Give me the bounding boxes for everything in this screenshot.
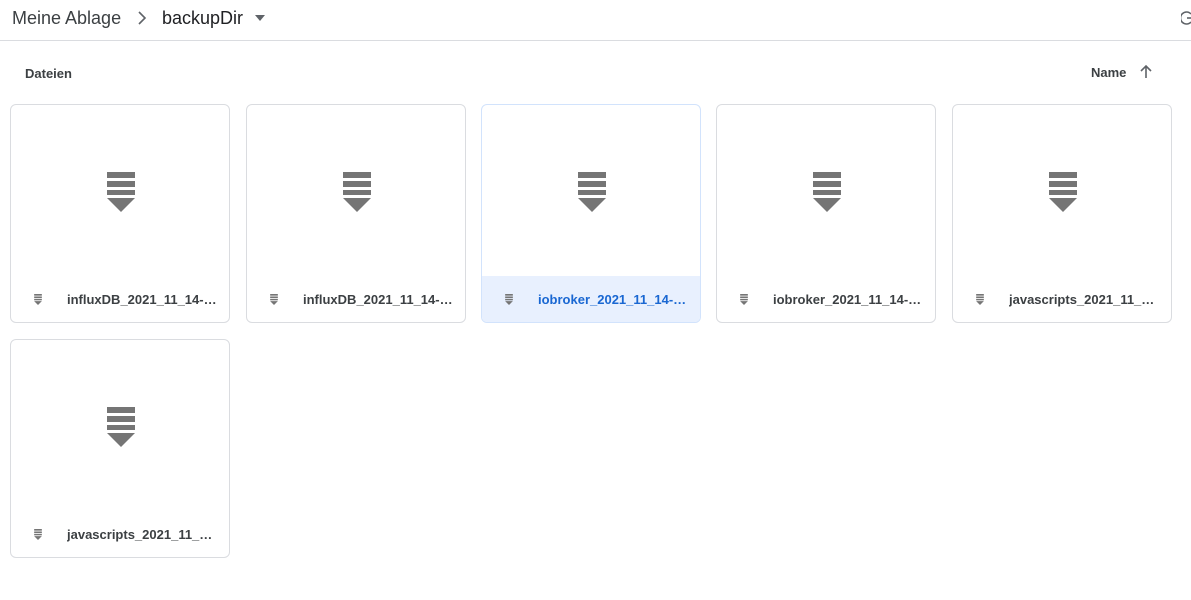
file-card-footer: influxDB_2021_11_14-2... <box>11 276 229 322</box>
file-name: iobroker_2021_11_14-2... <box>538 292 688 307</box>
top-bar: Meine Ablage backupDir <box>0 0 1191 41</box>
breadcrumb-current[interactable]: backupDir <box>162 7 243 29</box>
archive-download-icon <box>343 172 371 212</box>
file-type-icon <box>976 294 984 305</box>
file-thumbnail <box>247 105 465 276</box>
file-card[interactable]: iobroker_2021_11_14-2... <box>716 104 936 323</box>
file-type-icon <box>34 529 42 540</box>
sort-label[interactable]: Name <box>1091 65 1126 80</box>
file-name: influxDB_2021_11_14-2... <box>67 292 217 307</box>
arrow-up-icon[interactable] <box>1137 63 1155 81</box>
file-card-footer: javascripts_2021_11_14... <box>953 276 1171 322</box>
file-name: javascripts_2021_11_14... <box>67 527 217 542</box>
file-card[interactable]: iobroker_2021_11_14-2... <box>481 104 701 323</box>
file-card-footer: influxDB_2021_11_14-2... <box>247 276 465 322</box>
file-thumbnail <box>717 105 935 276</box>
archive-download-icon <box>107 407 135 447</box>
file-thumbnail <box>482 105 700 276</box>
file-card[interactable]: influxDB_2021_11_14-2... <box>10 104 230 323</box>
file-name: influxDB_2021_11_14-2... <box>303 292 453 307</box>
file-card-footer: javascripts_2021_11_14... <box>11 511 229 557</box>
file-type-icon <box>270 294 278 305</box>
file-name: javascripts_2021_11_14... <box>1009 292 1159 307</box>
file-card[interactable]: influxDB_2021_11_14-2... <box>246 104 466 323</box>
section-title: Dateien <box>25 66 72 81</box>
file-type-icon <box>34 294 42 305</box>
archive-download-icon <box>578 172 606 212</box>
archive-download-icon <box>813 172 841 212</box>
file-type-icon <box>505 294 513 305</box>
file-type-icon <box>740 294 748 305</box>
archive-download-icon <box>107 172 135 212</box>
dropdown-arrow-icon[interactable] <box>254 13 266 23</box>
file-thumbnail <box>11 105 229 276</box>
file-card-footer: iobroker_2021_11_14-2... <box>717 276 935 322</box>
file-card[interactable]: javascripts_2021_11_14... <box>952 104 1172 323</box>
info-icon[interactable] <box>1181 10 1191 26</box>
file-card[interactable]: javascripts_2021_11_14... <box>10 339 230 558</box>
chevron-right-icon <box>138 11 147 25</box>
breadcrumb-root[interactable]: Meine Ablage <box>12 7 121 29</box>
file-thumbnail <box>953 105 1171 276</box>
file-name: iobroker_2021_11_14-2... <box>773 292 923 307</box>
file-thumbnail <box>11 340 229 511</box>
file-card-footer: iobroker_2021_11_14-2... <box>482 276 700 322</box>
archive-download-icon <box>1049 172 1077 212</box>
